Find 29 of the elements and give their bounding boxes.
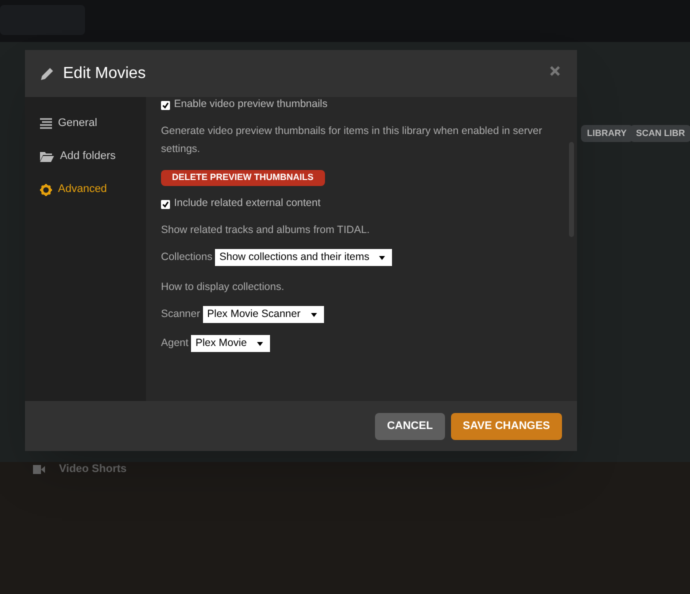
field-label: Collections	[161, 250, 212, 265]
library-action-button[interactable]: SCAN LIBR	[630, 125, 690, 142]
nav-item[interactable]: Advanced	[25, 173, 146, 206]
video-camera-icon	[33, 464, 45, 474]
help-text: How to display collections.	[161, 280, 286, 295]
list-lines-icon	[40, 118, 52, 129]
cancel-button[interactable]: CANCEL	[374, 412, 445, 440]
help-text: Show related tracks and albums from TIDAL.	[161, 223, 371, 238]
folder-icon	[40, 151, 54, 162]
dropdown-arrow-icon	[256, 342, 263, 346]
library-action-button[interactable]: LIBRARY	[581, 125, 633, 142]
help-text: Generate video preview thumbnails for items in this library when enabled in server settings.	[161, 124, 544, 157]
delete-thumbnails-button[interactable]: DELETE PREVIEW THUMBNAILS	[161, 170, 325, 186]
dropdown-arrow-icon	[310, 312, 316, 316]
field-label: Scanner	[161, 306, 200, 322]
dropdown-select[interactable]: Plex Movie	[191, 335, 270, 352]
dropdown-select[interactable]: Show collections and their items	[215, 249, 392, 266]
nav-item[interactable]: General	[25, 107, 146, 140]
dropdown-select[interactable]: Plex Movie Scanner	[203, 306, 324, 323]
dropdown-arrow-icon	[379, 256, 386, 260]
checkbox[interactable]	[161, 200, 170, 208]
field-label: Agent	[161, 336, 188, 351]
checkbox-label: Include related external content	[174, 196, 321, 212]
gear-icon	[40, 184, 52, 196]
checkbox[interactable]	[161, 100, 170, 110]
nav-item[interactable]: Add folders	[25, 140, 146, 173]
dialog-title: Edit Movies	[63, 64, 146, 84]
checkbox-label: Enable video preview thumbnails	[174, 97, 328, 112]
pencil-icon	[40, 66, 55, 81]
